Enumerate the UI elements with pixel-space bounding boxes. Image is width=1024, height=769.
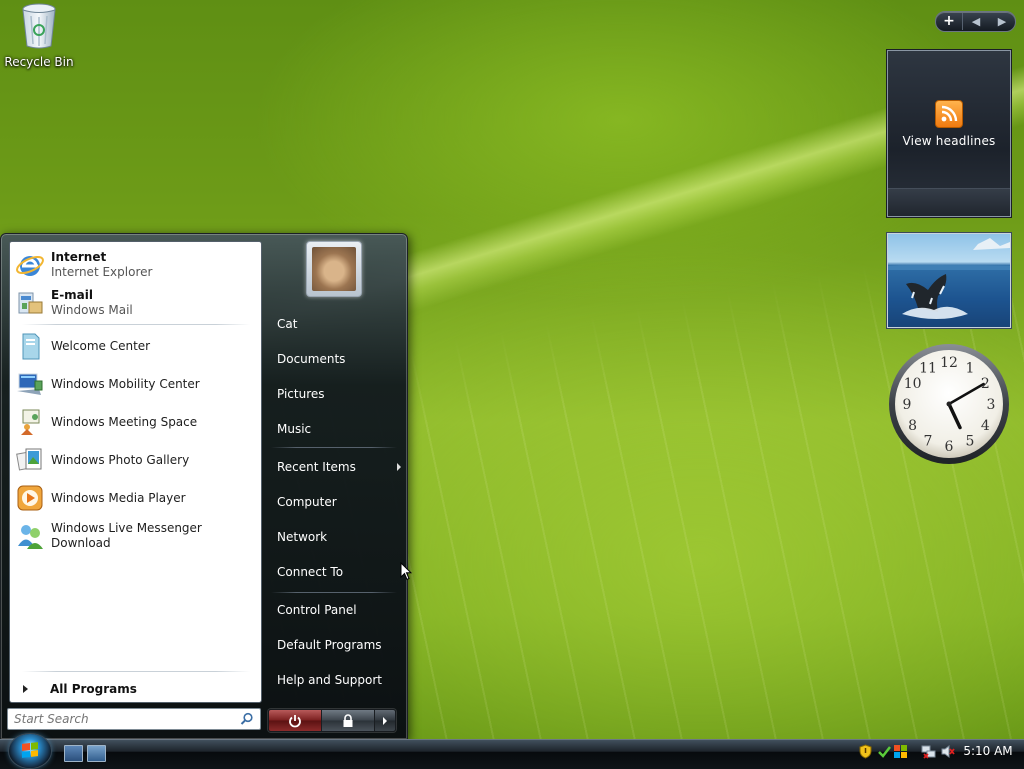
recycle-bin-icon [22, 3, 56, 49]
recent-messenger-download[interactable]: Windows Live Messenger Download [14, 518, 258, 554]
clock-number: 4 [981, 418, 990, 434]
recent-media-player[interactable]: Windows Media Player [14, 480, 258, 516]
recent-meeting-space[interactable]: Windows Meeting Space [14, 404, 258, 440]
feed-headlines-gadget[interactable]: View headlines [887, 50, 1011, 217]
windows-logo-icon [22, 742, 38, 758]
power-icon [289, 714, 301, 727]
start-link-user[interactable]: Cat [269, 309, 407, 339]
switch-windows-icon[interactable] [87, 745, 106, 762]
start-link-music[interactable]: Music [269, 414, 407, 444]
view-headlines-label: View headlines [902, 134, 996, 148]
pinned-subtitle: Internet Explorer [51, 265, 153, 279]
right-separator [271, 447, 397, 448]
clock-number: 12 [940, 355, 958, 371]
photo-gallery-icon [14, 444, 46, 476]
add-gadget-button[interactable]: + [936, 13, 963, 30]
submenu-arrow-icon [397, 463, 401, 471]
pinned-subtitle: Windows Mail [51, 303, 133, 317]
start-menu-programs-pane: Internet Internet Explorer E-mail Windows … [9, 241, 262, 703]
clock-number: 7 [924, 433, 933, 449]
start-link-help-support[interactable]: Help and Support [269, 665, 407, 695]
media-player-icon [14, 482, 46, 514]
pinned-title: E-mail [51, 288, 94, 302]
sidebar-next-button[interactable]: ▶ [989, 15, 1015, 28]
start-link-documents[interactable]: Documents [269, 344, 407, 374]
start-link-connect-to[interactable]: Connect To [269, 557, 407, 587]
start-search-input[interactable] [8, 712, 234, 726]
search-icon[interactable] [240, 712, 254, 726]
recent-photo-gallery[interactable]: Windows Photo Gallery [14, 442, 258, 478]
recent-items-label: Recent Items [277, 460, 356, 474]
clock-number: 5 [966, 433, 975, 449]
recent-label: Windows Mobility Center [51, 376, 200, 391]
windows-mail-icon [14, 287, 46, 319]
start-link-computer[interactable]: Computer [269, 487, 407, 517]
lock-icon [343, 713, 353, 727]
all-programs-separator [22, 671, 250, 672]
slideshow-gadget[interactable] [887, 233, 1011, 328]
clock-number: 11 [919, 361, 937, 377]
rss-icon [935, 100, 963, 128]
pinned-email[interactable]: E-mail Windows Mail [14, 285, 258, 321]
recent-label: Windows Live Messenger Download [51, 521, 202, 550]
start-link-default-programs[interactable]: Default Programs [269, 630, 407, 660]
start-link-recent-items[interactable]: Recent Items [269, 452, 407, 482]
power-controls [268, 709, 396, 732]
chevron-right-icon [23, 685, 28, 693]
clock-number: 3 [987, 397, 996, 413]
recent-label: Windows Meeting Space [51, 414, 198, 429]
all-programs-button[interactable]: All Programs [18, 679, 254, 699]
recent-label: Welcome Center [51, 338, 151, 353]
recent-mobility-center[interactable]: Windows Mobility Center [14, 366, 258, 402]
gadget-toolbar [888, 188, 1010, 216]
start-link-pictures[interactable]: Pictures [269, 379, 407, 409]
start-menu: Internet Internet Explorer E-mail Windows … [0, 233, 408, 740]
pinned-separator [22, 324, 250, 325]
all-programs-label: All Programs [50, 682, 137, 696]
power-button[interactable] [269, 710, 321, 731]
start-search-box[interactable] [7, 708, 261, 730]
clock-number: 9 [903, 397, 912, 413]
welcome-center-icon [14, 330, 46, 362]
right-separator [271, 592, 397, 593]
shutdown-options-button[interactable] [374, 710, 395, 731]
clock-number: 10 [904, 376, 922, 392]
messenger-icon [14, 520, 46, 552]
desktop-icon-label: Recycle Bin [4, 55, 74, 69]
sidebar-controls: + ◀ ▶ [935, 11, 1016, 32]
clock-number: 1 [966, 361, 975, 377]
pinned-internet[interactable]: Internet Internet Explorer [14, 247, 258, 283]
taskbar-clock[interactable]: 5:10 AM [963, 743, 1013, 760]
mouse-cursor-icon [400, 562, 412, 581]
show-desktop-icon[interactable] [64, 745, 83, 762]
start-link-control-panel[interactable]: Control Panel [269, 595, 407, 625]
clock-number: 8 [908, 418, 917, 434]
lock-button[interactable] [321, 710, 374, 731]
pinned-title: Internet [51, 250, 107, 264]
recent-label: Windows Media Player [51, 490, 186, 505]
clock-number: 6 [945, 439, 954, 455]
windows-flag-tray-icon[interactable] [893, 744, 908, 759]
meeting-space-icon [14, 406, 46, 438]
clock-pin [946, 401, 952, 407]
security-shield-icon[interactable] [858, 744, 873, 759]
internet-explorer-icon [14, 249, 46, 281]
start-button[interactable] [9, 734, 51, 768]
mobility-center-icon [14, 368, 46, 400]
update-icon[interactable] [877, 744, 892, 759]
volume-muted-icon[interactable] [940, 744, 955, 759]
user-avatar [312, 247, 356, 291]
arrow-right-icon [383, 716, 387, 725]
desktop-icon-recycle-bin[interactable]: Recycle Bin [4, 2, 74, 69]
clock-gadget[interactable]: 12 1234567891011 [887, 342, 1011, 466]
whale-tail-photo [888, 238, 1010, 319]
sidebar-prev-button[interactable]: ◀ [963, 15, 989, 28]
recent-welcome-center[interactable]: Welcome Center [14, 328, 258, 364]
recent-label: Windows Photo Gallery [51, 452, 190, 467]
user-picture[interactable] [306, 241, 362, 297]
network-icon[interactable] [921, 744, 936, 759]
start-link-network[interactable]: Network [269, 522, 407, 552]
